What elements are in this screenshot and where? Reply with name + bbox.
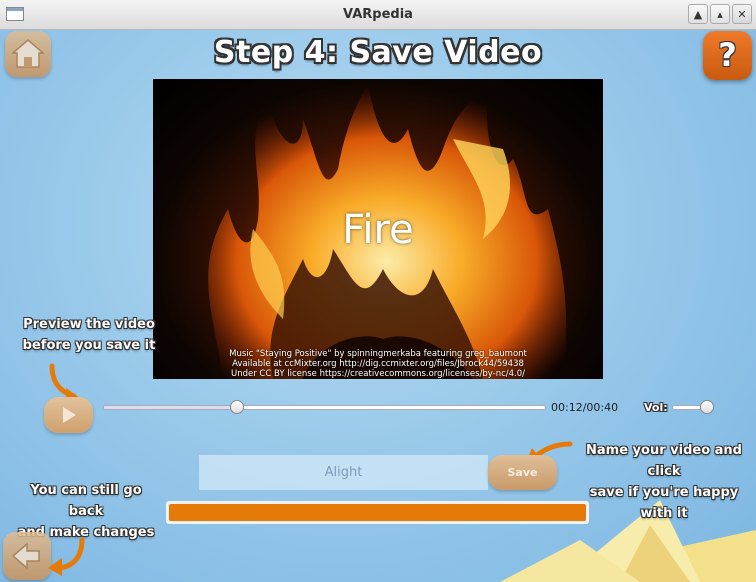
- volume-slider[interactable]: [672, 400, 714, 414]
- seek-progress: [104, 406, 237, 409]
- save-button[interactable]: Save: [488, 455, 557, 490]
- credit-line: Music "Staying Positive" by spinningmerk…: [229, 349, 527, 359]
- play-icon: [63, 407, 76, 423]
- video-preview[interactable]: Fire Music "Staying Positive" by spinnin…: [153, 79, 603, 379]
- save-hint: Name your video and click save if you're…: [572, 440, 756, 524]
- title-bar: VARpedia ▲ ▴ ✕: [0, 0, 756, 30]
- credit-line: Available at ccMixter.org http://dig.ccm…: [232, 359, 524, 369]
- progress-fill: [169, 504, 586, 521]
- page-title: Step 4: Save Video: [213, 35, 543, 70]
- back-hint-arrow-icon: [48, 537, 85, 576]
- volume-label: Vol:: [644, 401, 668, 414]
- hint-line: save if you're happy with it: [589, 485, 739, 521]
- music-credits: Music "Staying Positive" by spinningmerk…: [213, 349, 543, 379]
- playback-time: 00:12/00:40: [551, 401, 619, 414]
- hint-line: Name your video and click: [586, 443, 742, 479]
- window-controls: ▲ ▴ ✕: [688, 4, 752, 24]
- seek-slider[interactable]: [103, 400, 546, 414]
- video-caption: Fire: [342, 207, 414, 253]
- window-title: VARpedia: [343, 7, 413, 22]
- seek-thumb[interactable]: [229, 400, 244, 414]
- help-button[interactable]: ?: [703, 31, 752, 80]
- window-maximize-button[interactable]: ▴: [710, 4, 730, 24]
- window-close-button[interactable]: ✕: [732, 4, 752, 24]
- video-name-input[interactable]: [199, 455, 488, 490]
- window-up-button[interactable]: ▲: [688, 4, 708, 24]
- app-window: VARpedia ▲ ▴ ✕ Step 4: Save Video ? Fire…: [0, 0, 756, 582]
- main-content: Step 4: Save Video ? Fire Music "Staying…: [0, 30, 756, 582]
- save-progress-bar: [166, 501, 589, 524]
- credit-line: Under CC BY license https://creativecomm…: [230, 369, 526, 379]
- volume-thumb[interactable]: [700, 400, 714, 414]
- hint-line: You can still go back: [30, 483, 142, 519]
- hint-line: Preview the video: [23, 317, 155, 332]
- preview-hint: Preview the video before you save it: [20, 314, 158, 356]
- play-button[interactable]: [44, 397, 93, 433]
- hint-line: before you save it: [22, 338, 156, 353]
